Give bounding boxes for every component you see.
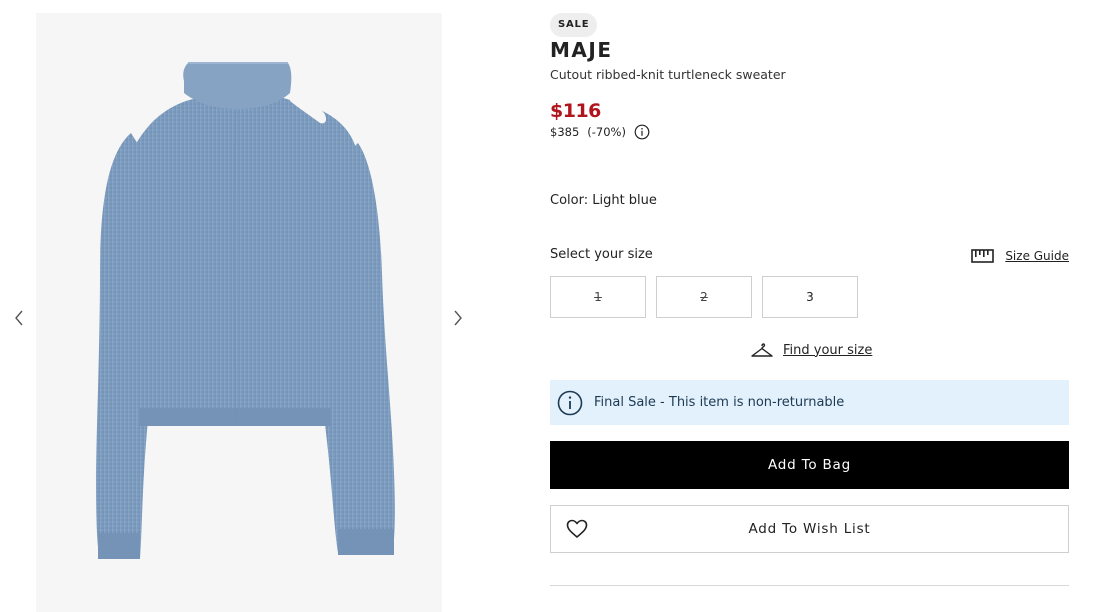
size-label: Select your size (550, 247, 653, 262)
info-icon (557, 390, 583, 416)
info-icon[interactable] (634, 124, 650, 140)
price-row: $385 (-70%) (550, 124, 650, 140)
product-image[interactable] (36, 13, 442, 612)
final-sale-text: Final Sale - This item is non-returnable (594, 395, 845, 410)
size-options: 1 2 3 (550, 276, 868, 318)
find-your-size-link[interactable]: Find your size (750, 341, 872, 359)
find-your-size-label: Find your size (783, 342, 873, 358)
size-guide-link[interactable]: Size Guide (971, 249, 1069, 263)
color-label: Color: (550, 193, 589, 208)
size-guide-label: Size Guide (1005, 249, 1069, 263)
original-price: $385 (550, 125, 580, 139)
size-option-label: 2 (700, 290, 708, 304)
chevron-left-icon[interactable] (9, 306, 29, 330)
sale-badge: SALE (550, 13, 598, 37)
discount-percent: (-70%) (587, 125, 626, 139)
chevron-right-icon[interactable] (448, 306, 468, 330)
color-selection: Color: Light blue (550, 193, 657, 208)
final-sale-notice: Final Sale - This item is non-returnable (550, 380, 1069, 425)
size-option-3[interactable]: 3 (762, 276, 858, 318)
hanger-icon (750, 341, 774, 359)
heart-icon (566, 519, 588, 539)
add-to-wish-list-label: Add To Wish List (748, 521, 871, 537)
divider (550, 585, 1069, 586)
product-gallery (0, 0, 478, 612)
color-value: Light blue (592, 193, 657, 208)
size-option-label: 3 (806, 290, 814, 304)
size-option-label: 1 (594, 290, 602, 304)
product-name: Cutout ribbed-knit turtleneck sweater (550, 67, 786, 82)
ruler-icon (971, 249, 995, 263)
brand-name[interactable]: MAJE (550, 38, 612, 62)
size-option-1[interactable]: 1 (550, 276, 646, 318)
sale-price: $116 (550, 100, 601, 122)
add-to-bag-button[interactable]: Add To Bag (550, 441, 1069, 489)
size-option-2[interactable]: 2 (656, 276, 752, 318)
add-to-wish-list-button[interactable]: Add To Wish List (550, 505, 1069, 553)
product-info: SALE MAJE Cutout ribbed-knit turtleneck … (550, 0, 1069, 612)
